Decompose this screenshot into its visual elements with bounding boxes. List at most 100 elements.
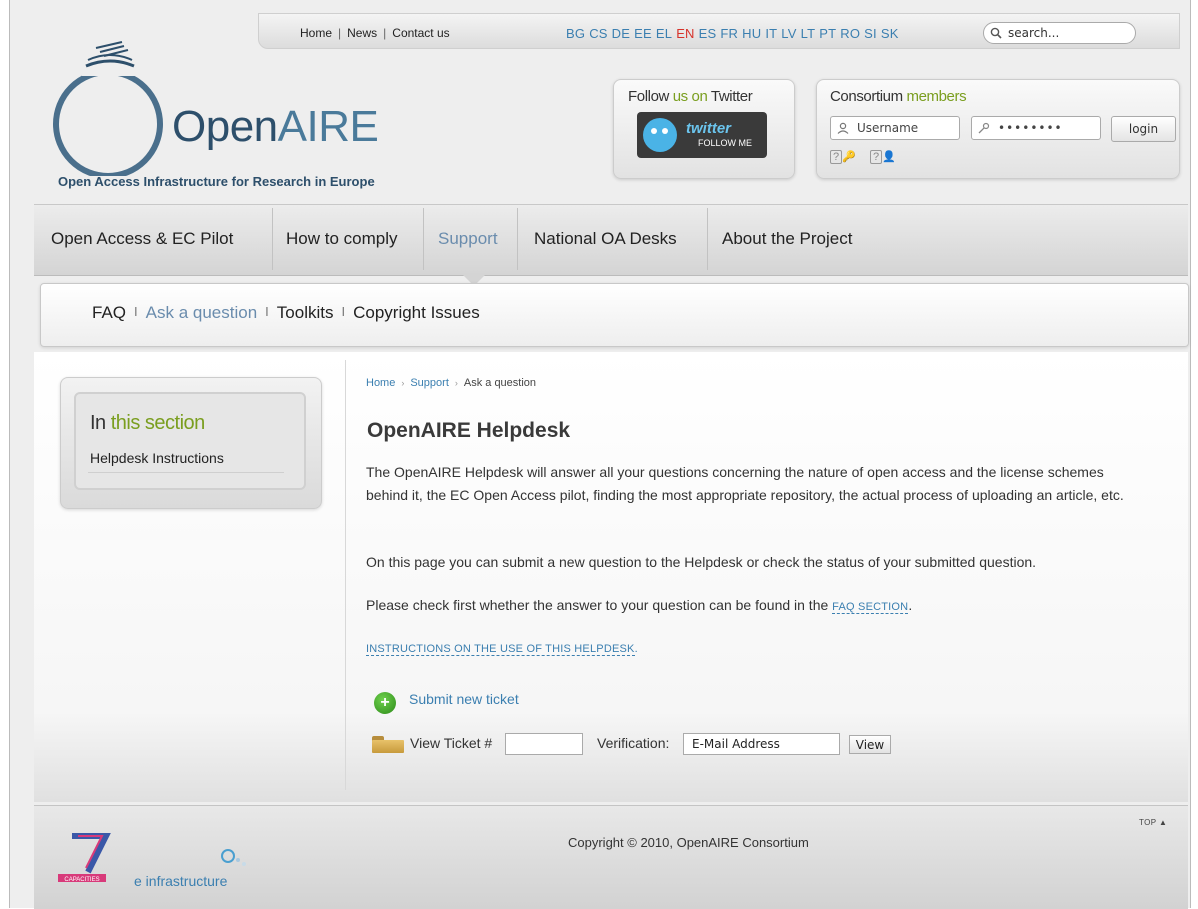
twitter-title-a: Follow bbox=[628, 88, 673, 105]
search-input[interactable] bbox=[1006, 25, 1120, 41]
logo-wordmark[interactable]: OpenAIRE bbox=[172, 102, 379, 152]
top-links: Home | News | Contact us bbox=[300, 26, 450, 40]
search-icon bbox=[990, 27, 1002, 39]
sidebar-divider bbox=[88, 472, 284, 473]
lang-sk[interactable]: SK bbox=[881, 26, 899, 41]
separator: I bbox=[134, 304, 138, 319]
page-title: OpenAIRE Helpdesk bbox=[367, 419, 571, 442]
subnav-item-faq[interactable]: FAQ bbox=[92, 303, 126, 322]
submit-ticket-link[interactable]: Submit new ticket bbox=[409, 691, 519, 707]
login-button[interactable]: login bbox=[1111, 116, 1176, 142]
verification-label: Verification: bbox=[597, 735, 670, 751]
nav-item-national-oa-desks[interactable]: National OA Desks bbox=[534, 204, 677, 274]
forgot-username-help-icon[interactable]: ? 👤 bbox=[870, 150, 896, 164]
breadcrumb-home[interactable]: Home bbox=[366, 377, 395, 389]
separator: I bbox=[265, 304, 269, 319]
consortium-title-a: Consortium bbox=[830, 88, 907, 105]
twitter-bird-icon bbox=[643, 118, 677, 152]
footer bbox=[34, 805, 1188, 909]
ticket-number-input[interactable] bbox=[505, 733, 583, 755]
separator: | bbox=[383, 26, 387, 40]
folder-icon bbox=[372, 736, 404, 753]
content-divider bbox=[345, 360, 346, 790]
sidebar-title: In this section bbox=[90, 412, 205, 435]
subnav-item-copyright[interactable]: Copyright Issues bbox=[353, 303, 480, 322]
twitter-title-c: Twitter bbox=[707, 88, 753, 105]
forgot-password-help-icon[interactable]: ? 🔑 bbox=[830, 150, 856, 164]
nav-divider bbox=[707, 208, 708, 270]
lang-el[interactable]: EL bbox=[656, 26, 672, 41]
nav-item-how-to-comply[interactable]: How to comply bbox=[286, 204, 397, 274]
lang-pt[interactable]: PT bbox=[819, 26, 836, 41]
lang-lt[interactable]: LT bbox=[801, 26, 816, 41]
period: . bbox=[634, 643, 638, 655]
tagline: Open Access Infrastructure for Research … bbox=[58, 174, 375, 189]
lang-bg[interactable]: BG bbox=[566, 26, 585, 41]
view-button[interactable]: View bbox=[849, 735, 891, 754]
lang-lv[interactable]: LV bbox=[781, 26, 796, 41]
breadcrumb-sep: › bbox=[401, 378, 405, 388]
twitter-title-b: us on bbox=[672, 88, 708, 105]
instructions-line: INSTRUCTIONS ON THE USE OF THIS HELPDESK… bbox=[366, 636, 1146, 661]
copyright: Copyright © 2010, OpenAIRE Consortium bbox=[568, 835, 809, 850]
lang-ro[interactable]: RO bbox=[840, 26, 860, 41]
nav-divider bbox=[517, 208, 518, 270]
nav-item-open-access[interactable]: Open Access & EC Pilot bbox=[51, 204, 233, 274]
faq-paragraph-text: Please check first whether the answer to… bbox=[366, 597, 833, 613]
lang-ee[interactable]: EE bbox=[634, 26, 652, 41]
breadcrumb: Home › Support › Ask a question bbox=[366, 377, 536, 389]
username-field[interactable] bbox=[830, 116, 960, 140]
lang-hu[interactable]: HU bbox=[742, 26, 761, 41]
top-link-contact[interactable]: Contact us bbox=[392, 26, 449, 40]
search-box[interactable] bbox=[983, 22, 1136, 44]
faq-section-link[interactable]: FAQ SECTION bbox=[832, 601, 909, 614]
e-infrastructure-label[interactable]: e infrastructure bbox=[134, 873, 227, 889]
help-mark: ? bbox=[830, 150, 843, 164]
help-mark: ? bbox=[870, 150, 883, 164]
breadcrumb-support[interactable]: Support bbox=[410, 377, 449, 389]
view-ticket-label: View Ticket # bbox=[410, 735, 493, 751]
lang-it[interactable]: IT bbox=[765, 26, 777, 41]
subnav-item-toolkits[interactable]: Toolkits bbox=[277, 303, 334, 322]
top-link-news[interactable]: News bbox=[347, 26, 377, 40]
breadcrumb-current: Ask a question bbox=[463, 377, 537, 389]
subnav-item-ask-question[interactable]: Ask a question bbox=[146, 303, 258, 322]
back-to-top-link[interactable]: TOP ▲ bbox=[1139, 818, 1167, 827]
intro-paragraph: The OpenAIRE Helpdesk will answer all yo… bbox=[366, 464, 1124, 503]
sidebar-inner bbox=[74, 392, 306, 490]
twitter-button-word: twitter bbox=[686, 120, 731, 137]
language-switcher: BG CS DE EE EL EN ES FR HU IT LV LT PT RO SI SK bbox=[566, 26, 903, 41]
lang-en[interactable]: EN bbox=[676, 26, 694, 41]
email-field[interactable] bbox=[683, 733, 840, 755]
lang-si[interactable]: SI bbox=[864, 26, 877, 41]
nav-item-about-project[interactable]: About the Project bbox=[722, 204, 852, 274]
fp7-label: CAPACITIES bbox=[64, 877, 99, 883]
period: . bbox=[908, 597, 913, 613]
sidebar-item-helpdesk-instructions[interactable]: Helpdesk Instructions bbox=[90, 450, 224, 466]
breadcrumb-sep: › bbox=[454, 378, 458, 388]
lang-es[interactable]: ES bbox=[699, 26, 717, 41]
logo-aire: AIRE bbox=[277, 102, 379, 151]
sidebar-title-a: In bbox=[90, 412, 111, 434]
separator: | bbox=[338, 26, 342, 40]
separator: I bbox=[341, 304, 346, 319]
password-value: •••••••• bbox=[998, 121, 1063, 135]
top-link-home[interactable]: Home bbox=[300, 26, 332, 40]
lang-de[interactable]: DE bbox=[612, 26, 630, 41]
sidebar-title-b: this section bbox=[110, 412, 206, 434]
username-input[interactable] bbox=[855, 120, 959, 136]
consortium-title: Consortium members bbox=[830, 88, 967, 105]
fp7-logo-icon[interactable]: CAPACITIES bbox=[58, 832, 128, 884]
e-infrastructure-logo-icon bbox=[221, 849, 246, 866]
add-icon[interactable]: + bbox=[374, 692, 396, 714]
instructions-link[interactable]: INSTRUCTIONS ON THE USE OF THIS HELPDESK bbox=[366, 643, 635, 656]
lang-cs[interactable]: CS bbox=[589, 26, 607, 41]
nav-divider bbox=[272, 208, 273, 270]
password-field[interactable]: •••••••• bbox=[971, 116, 1101, 140]
logo-open: Open bbox=[172, 102, 278, 151]
key-icon bbox=[978, 122, 990, 134]
nav-item-support[interactable]: Support bbox=[438, 204, 498, 274]
lang-fr[interactable]: FR bbox=[720, 26, 738, 41]
sub-nav-items: FAQ I Ask a question I Toolkits I Copyright Is… bbox=[92, 303, 480, 323]
twitter-title: Follow us on Twitter bbox=[628, 88, 753, 105]
